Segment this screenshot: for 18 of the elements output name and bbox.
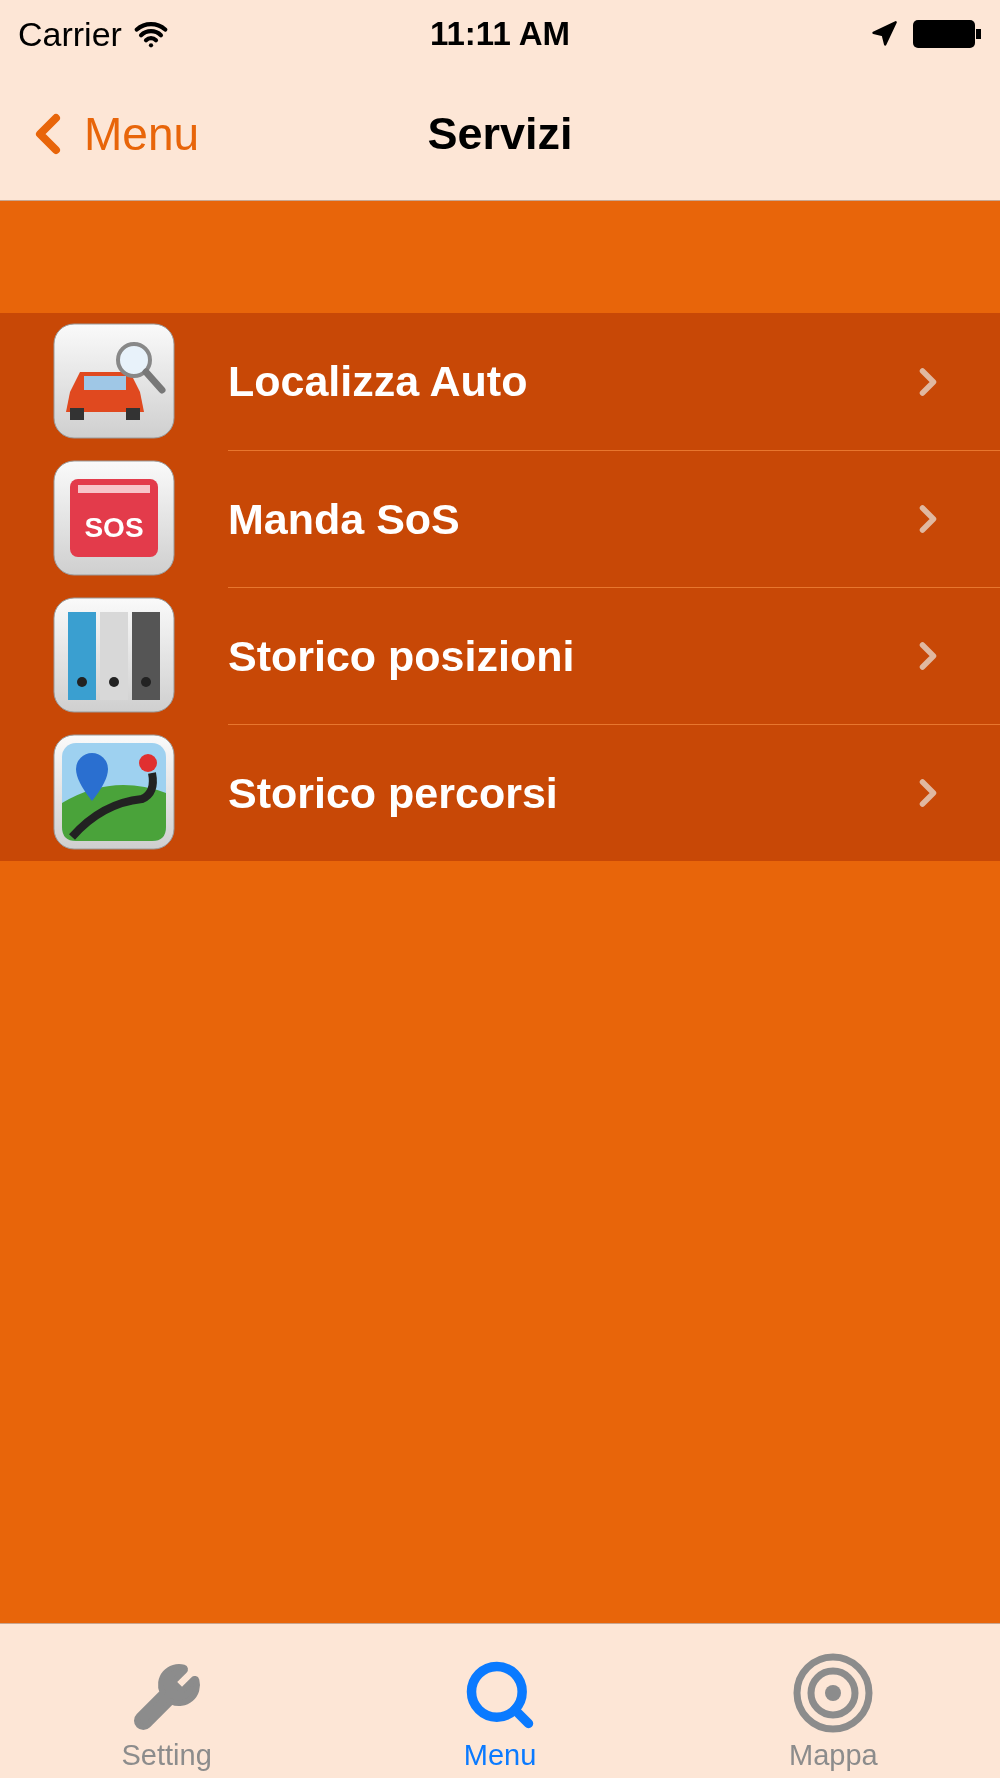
binders-icon: [52, 595, 176, 716]
battery-icon: [912, 19, 982, 49]
page-title: Servizi: [427, 108, 573, 160]
status-time: 11:11 AM: [430, 15, 570, 53]
location-icon: [870, 20, 898, 48]
menu-item-label[interactable]: Storico posizioni: [228, 631, 906, 681]
tab-bar-item[interactable]: Setting: [0, 1624, 334, 1778]
map-icon: [52, 732, 176, 853]
menu-item-label[interactable]: Localizza Auto: [228, 357, 906, 406]
tab-bar-item[interactable]: Mappa: [666, 1624, 1000, 1778]
car-icon: [52, 321, 176, 442]
menu-item-label[interactable]: Storico percorsi: [228, 768, 906, 818]
target-icon: [793, 1653, 874, 1733]
menu-item-label[interactable]: Manda SoS: [228, 494, 906, 544]
carrier-label: Carrier: [18, 14, 122, 54]
back-button[interactable]: Menu: [0, 102, 200, 166]
icon-label: SOS: [84, 511, 144, 543]
tab-bar-item[interactable]: Menu: [333, 1624, 667, 1778]
